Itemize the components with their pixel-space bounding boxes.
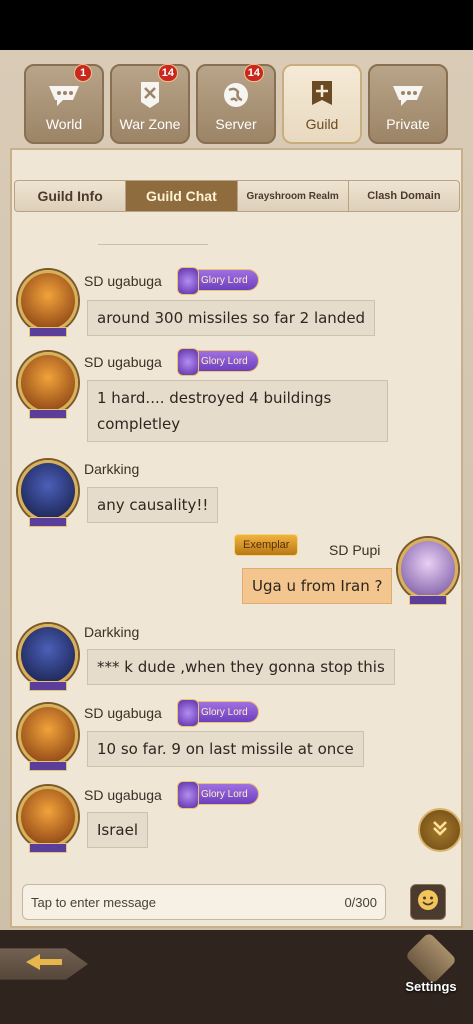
own-message-bubble: Uga u from Iran ? (242, 568, 393, 604)
avatar[interactable] (18, 352, 78, 419)
sender-name: SD Pupi (329, 542, 381, 558)
message-bubble: 10 so far. 9 on last missile at once (87, 731, 364, 767)
tab-server[interactable]: 14 Server (196, 64, 276, 144)
avatar[interactable] (18, 460, 78, 527)
avatar[interactable] (18, 624, 78, 691)
arrow-left-icon (24, 952, 64, 976)
title-badge: Glory Lord (177, 699, 259, 727)
sender-name: SD ugabuga (84, 787, 162, 803)
sender-name: SD ugabuga (84, 273, 162, 289)
tab-guild[interactable]: Guild (282, 64, 362, 144)
message-input-placeholder: Tap to enter message (31, 894, 157, 910)
tab-label: World (45, 116, 83, 132)
tab-guild-info[interactable]: Guild Info (15, 181, 127, 211)
message-input[interactable]: Tap to enter message 0/300 (22, 884, 386, 920)
own-avatar[interactable] (398, 538, 458, 605)
settings-button[interactable]: Settings (396, 931, 466, 994)
rank-ribbon (29, 843, 67, 853)
rank-ribbon (29, 327, 67, 337)
tab-world[interactable]: 1 World (24, 64, 104, 144)
char-counter: 0/300 (344, 894, 377, 910)
guild-subtabs: Guild Info Guild Chat Grayshroom Realm C… (14, 180, 460, 212)
message-bubble: 1 hard.... destroyed 4 buildings complet… (87, 380, 388, 442)
sender-name: SD ugabuga (84, 705, 162, 721)
message-bubble: around 300 missiles so far 2 landed (87, 300, 376, 336)
tab-label: War Zone (119, 116, 181, 132)
tab-guild-chat[interactable]: Guild Chat (126, 181, 238, 211)
gear-icon (404, 931, 458, 985)
message-line: completley (97, 415, 181, 433)
sender-name: Darkking (84, 624, 140, 640)
crossed-swords-icon (131, 80, 169, 110)
exemplar-badge: Exemplar (234, 534, 299, 556)
avatar[interactable] (18, 704, 78, 771)
scroll-to-bottom-button[interactable] (418, 808, 462, 852)
tab-clash-domain[interactable]: Clash Domain (349, 181, 459, 211)
smiley-icon (416, 888, 440, 916)
tab-label: Guild (305, 116, 339, 132)
message-bubble: Israel (87, 812, 148, 848)
guild-banner-icon (303, 80, 341, 110)
channel-tabs: 1 World 14 War Zone 14 Server Guild Priv… (24, 64, 448, 146)
rank-ribbon (409, 595, 447, 605)
status-bar-area (0, 0, 473, 50)
message-line: 1 hard.... destroyed 4 buildings (97, 389, 332, 407)
rank-ribbon (29, 761, 67, 771)
message-bubble: *** k dude ,when they gonna stop this (87, 649, 395, 685)
avatar[interactable] (18, 786, 78, 853)
sender-name: Darkking (84, 461, 140, 477)
double-chevron-down-icon (430, 818, 450, 843)
tab-private[interactable]: Private (368, 64, 448, 144)
rank-ribbon (29, 517, 67, 527)
rank-ribbon (29, 409, 67, 419)
chat-bubbles-icon (45, 80, 83, 110)
title-badge: Glory Lord (177, 781, 259, 809)
title-badge: Glory Lord (177, 267, 259, 295)
chat-bubbles-icon (389, 80, 427, 110)
chat-message-list[interactable]: SD ugabuga Glory Lord around 300 missile… (10, 226, 463, 866)
tab-war-zone[interactable]: 14 War Zone (110, 64, 190, 144)
tab-grayshroom-realm[interactable]: Grayshroom Realm (238, 181, 349, 211)
tab-label: Server (215, 116, 257, 132)
globe-icon (217, 80, 255, 110)
message-bubble: any causality!! (87, 487, 219, 523)
emoji-button[interactable] (410, 884, 446, 920)
avatar[interactable] (18, 270, 78, 337)
tab-label: Private (386, 116, 430, 132)
title-badge: Glory Lord (177, 348, 259, 376)
sender-name: SD ugabuga (84, 354, 162, 370)
rank-ribbon (29, 681, 67, 691)
message-divider (98, 244, 208, 245)
